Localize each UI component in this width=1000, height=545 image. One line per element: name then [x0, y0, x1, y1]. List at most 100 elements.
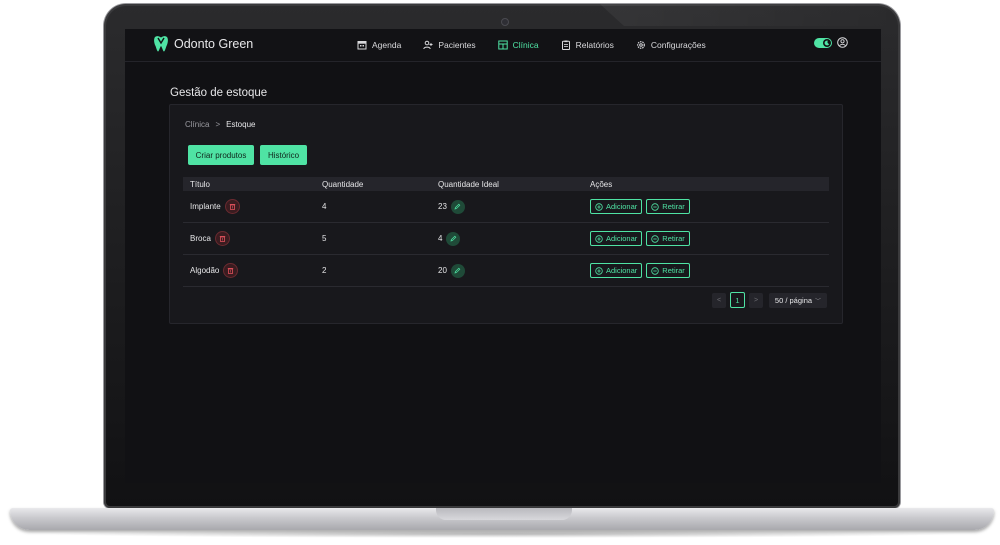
- inventory-card: Clínica > Estoque Criar produtos Históri…: [169, 104, 843, 324]
- report-icon: [561, 40, 570, 50]
- delete-button[interactable]: [223, 263, 239, 278]
- pencil-icon: [454, 203, 461, 210]
- trash-icon: [228, 267, 234, 274]
- remove-stock-button[interactable]: Retirar: [646, 199, 690, 214]
- nav-label: Clínica: [512, 40, 539, 50]
- add-label: Adicionar: [606, 234, 638, 243]
- product-quantity: 4: [322, 202, 327, 211]
- brand[interactable]: Odonto Green: [153, 35, 253, 52]
- cell-ideal: 23: [438, 199, 590, 214]
- tooth-logo-icon: [154, 36, 168, 52]
- nav-item-agenda[interactable]: Agenda: [357, 40, 401, 50]
- edit-ideal-button[interactable]: [450, 199, 465, 214]
- cell-actions: Adicionar Retirar: [590, 231, 829, 246]
- delete-button[interactable]: [224, 199, 240, 214]
- product-title: Broca: [190, 234, 211, 243]
- calendar-icon: [357, 41, 367, 50]
- plus-circle-icon: [595, 234, 603, 243]
- moon-icon: [823, 38, 831, 47]
- top-bar: Odonto Green Agenda Pacientes Clínica Re…: [125, 29, 881, 62]
- edit-ideal-button[interactable]: [450, 263, 465, 278]
- header-ideal-quantity: Quantidade Ideal: [438, 179, 499, 189]
- laptop-shadow: [40, 530, 964, 538]
- users-icon: [423, 40, 433, 50]
- create-products-button[interactable]: Criar produtos: [188, 145, 254, 165]
- nav-item-configuracoes[interactable]: Configurações: [636, 40, 706, 50]
- header-actions: Ações: [590, 179, 613, 189]
- screen-glare: [600, 4, 900, 26]
- table-header: Título Quantidade Quantidade Ideal Ações: [183, 177, 829, 191]
- breadcrumb-separator: >: [215, 120, 221, 129]
- remove-stock-button[interactable]: Retirar: [646, 263, 690, 278]
- history-button[interactable]: Histórico: [260, 145, 307, 165]
- nav-label: Agenda: [372, 40, 402, 50]
- product-quantity: 2: [322, 266, 327, 275]
- page-number-button[interactable]: 1: [730, 292, 745, 308]
- cell-ideal: 20: [438, 263, 590, 278]
- nav-item-relatorios[interactable]: Relatórios: [561, 40, 614, 50]
- header-title: Título: [190, 179, 211, 189]
- product-title: Implante: [190, 202, 221, 211]
- table-row: Implante 4 23 Adicionar Retirar: [183, 191, 829, 223]
- cell-actions: Adicionar Retirar: [590, 199, 829, 214]
- remove-label: Retirar: [662, 266, 685, 275]
- product-ideal-quantity: 20: [438, 266, 447, 275]
- product-ideal-quantity: 4: [438, 234, 443, 243]
- pagination: < 1 > 50 / página ﹀: [712, 292, 827, 308]
- product-title: Algodão: [190, 266, 220, 275]
- gear-icon: [637, 41, 645, 49]
- inventory-table: Título Quantidade Quantidade Ideal Ações…: [183, 177, 829, 287]
- product-ideal-quantity: 23: [438, 202, 447, 211]
- remove-label: Retirar: [662, 234, 685, 243]
- pencil-icon: [454, 267, 461, 274]
- right-tools: [814, 37, 848, 48]
- nav-label: Configurações: [650, 40, 706, 50]
- delete-button[interactable]: [214, 231, 230, 246]
- page-title: Gestão de estoque: [170, 87, 268, 99]
- breadcrumb: Clínica > Estoque: [185, 120, 255, 129]
- breadcrumb-current: Estoque: [226, 120, 256, 129]
- camera-icon: [501, 18, 509, 26]
- remove-stock-button[interactable]: Retirar: [646, 231, 690, 246]
- minus-circle-icon: [651, 266, 659, 275]
- user-avatar-icon[interactable]: [837, 37, 848, 48]
- trash-icon: [229, 203, 235, 210]
- page-size-value: 50 / página: [774, 295, 813, 305]
- app-screen: Odonto Green Agenda Pacientes Clínica Re…: [125, 29, 881, 483]
- plus-circle-icon: [595, 202, 603, 211]
- minus-circle-icon: [651, 234, 659, 243]
- edit-ideal-button[interactable]: [446, 231, 461, 246]
- cell-title: Broca: [183, 231, 322, 246]
- add-label: Adicionar: [606, 266, 638, 275]
- chevron-down-icon: ﹀: [815, 298, 822, 305]
- add-label: Adicionar: [606, 202, 638, 211]
- nav-label: Pacientes: [438, 40, 476, 50]
- main-nav: Agenda Pacientes Clínica Relatórios Conf…: [357, 29, 728, 61]
- nav-item-pacientes[interactable]: Pacientes: [423, 40, 476, 50]
- page-size-select[interactable]: 50 / página ﹀: [769, 292, 827, 308]
- add-stock-button[interactable]: Adicionar: [590, 199, 643, 214]
- table-row: Broca 5 4 Adicionar Retirar: [183, 223, 829, 255]
- theme-toggle[interactable]: [814, 37, 832, 48]
- brand-name: Odonto Green: [174, 36, 254, 51]
- add-stock-button[interactable]: Adicionar: [590, 231, 643, 246]
- plus-circle-icon: [595, 266, 603, 275]
- cell-title: Algodão: [183, 263, 322, 278]
- add-stock-button[interactable]: Adicionar: [590, 263, 643, 278]
- remove-label: Retirar: [662, 202, 685, 211]
- cell-title: Implante: [183, 199, 322, 214]
- next-page-button[interactable]: >: [749, 292, 763, 308]
- laptop-notch: [436, 508, 572, 520]
- breadcrumb-parent[interactable]: Clínica: [185, 120, 209, 129]
- minus-circle-icon: [651, 202, 659, 211]
- cell-actions: Adicionar Retirar: [590, 263, 829, 278]
- header-quantity: Quantidade: [322, 179, 364, 189]
- trash-icon: [219, 235, 226, 242]
- nav-label: Relatórios: [575, 40, 614, 50]
- nav-item-clinica[interactable]: Clínica: [497, 40, 539, 50]
- prev-page-button[interactable]: <: [712, 292, 726, 308]
- table-row: Algodão 2 20 Adicionar Retirar: [183, 255, 829, 287]
- cell-ideal: 4: [438, 231, 590, 246]
- clinic-icon: [497, 40, 508, 50]
- pencil-icon: [450, 235, 457, 242]
